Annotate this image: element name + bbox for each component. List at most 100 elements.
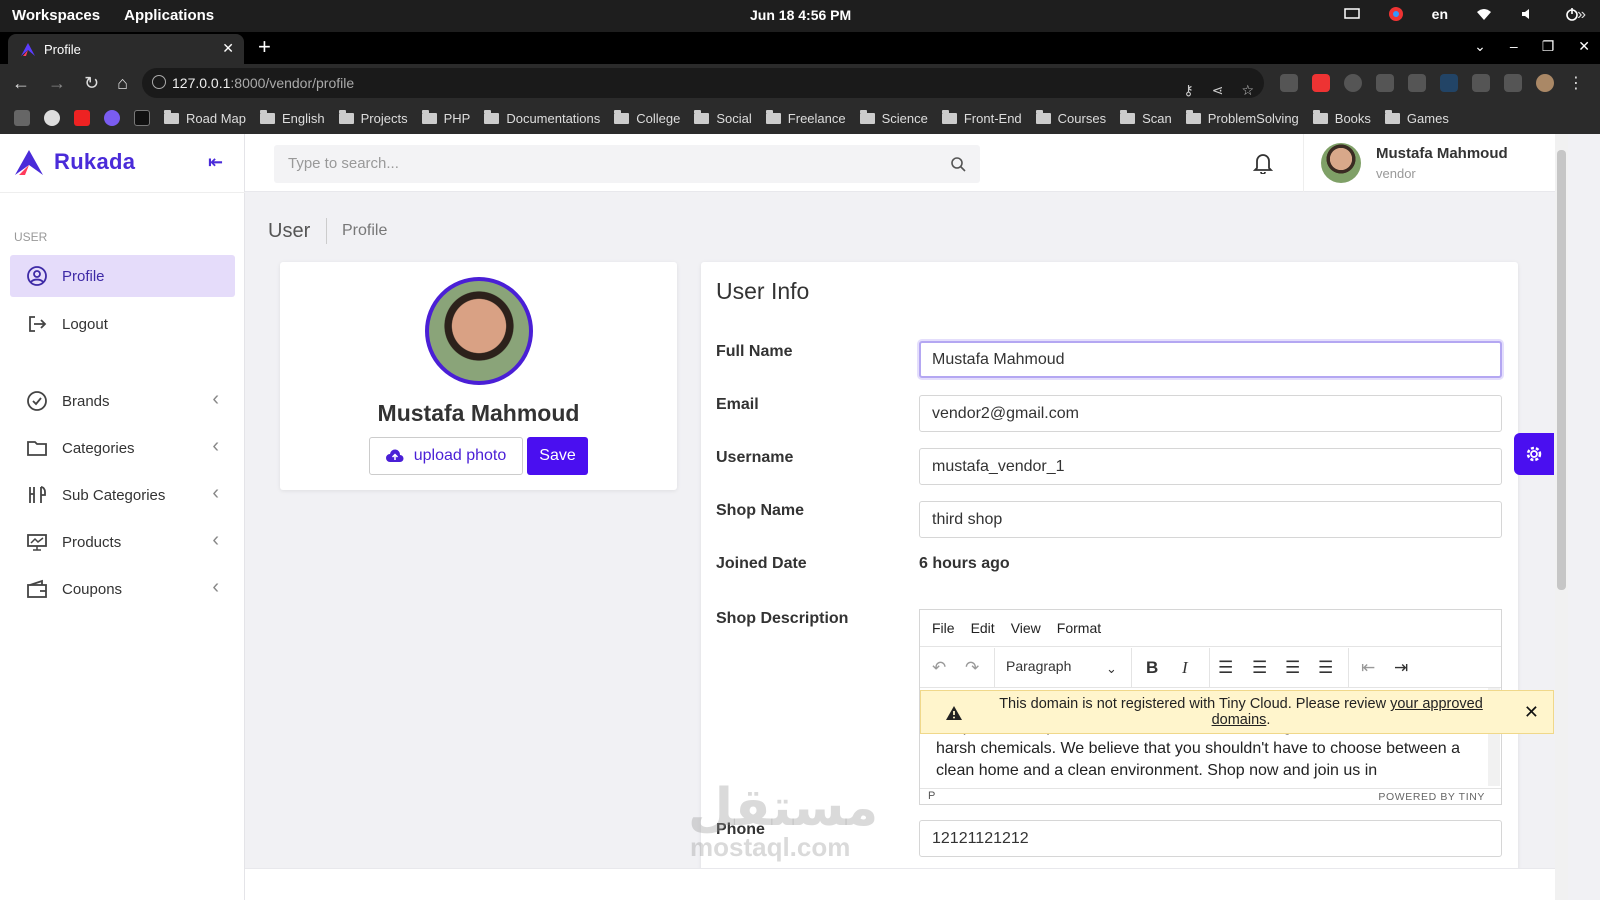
bookmark-folder-projects[interactable]: Projects xyxy=(338,109,408,126)
sidebar-item-coupons[interactable]: Coupons ‹ xyxy=(10,568,235,610)
collapse-sidebar-icon[interactable]: ⇤ xyxy=(208,152,228,172)
adblock-icon[interactable] xyxy=(1312,74,1330,92)
bookmark-folder-games[interactable]: Games xyxy=(1384,109,1449,126)
editor-menu-file[interactable]: File xyxy=(932,620,955,636)
bookmark-folder-freelance[interactable]: Freelance xyxy=(765,109,846,126)
bookmark-star-icon[interactable]: ☆ xyxy=(1241,75,1254,105)
language-indicator[interactable]: en xyxy=(1432,6,1448,22)
header-user-name[interactable]: Mustafa Mahmoud xyxy=(1376,145,1508,162)
bookmarks-overflow-icon[interactable]: » xyxy=(1577,6,1586,24)
back-icon[interactable]: ← xyxy=(12,73,30,94)
brand-logo[interactable]: Rukada xyxy=(14,148,135,176)
reload-icon[interactable]: ↻ xyxy=(84,73,99,94)
notification-bell-icon[interactable] xyxy=(1253,152,1273,174)
sidebar-item-profile[interactable]: Profile xyxy=(10,255,235,297)
bookmark-folder-road-map[interactable]: Road Map xyxy=(164,109,246,126)
save-photo-button[interactable]: Save xyxy=(527,437,588,475)
new-tab-button[interactable]: + xyxy=(258,36,271,58)
browser-tab-profile[interactable]: Profile ✕ xyxy=(8,34,244,64)
upload-photo-button[interactable]: upload photo xyxy=(369,437,523,475)
profile-avatar-icon[interactable] xyxy=(1536,74,1554,92)
sidepanel-icon[interactable] xyxy=(1504,74,1522,92)
undo-icon[interactable]: ↶ xyxy=(932,658,946,678)
bookmark-folder-social[interactable]: Social xyxy=(694,109,752,126)
editor-menu-view[interactable]: View xyxy=(1011,620,1041,636)
bookmark-folder-science[interactable]: Science xyxy=(859,109,928,126)
bookmark-folder-courses[interactable]: Courses xyxy=(1035,109,1107,126)
radio-icon[interactable] xyxy=(1376,74,1394,92)
sidebar-item-products[interactable]: Products ‹ xyxy=(10,521,235,563)
workspaces-menu[interactable]: Workspaces xyxy=(12,7,100,24)
bookmark-app-icon[interactable] xyxy=(14,110,30,126)
bookmark-label: Courses xyxy=(1057,110,1107,126)
full-name-input[interactable]: Mustafa Mahmoud xyxy=(919,341,1502,378)
powered-by-tiny[interactable]: POWERED BY TINY xyxy=(1378,791,1485,803)
key-icon[interactable]: ⚷ xyxy=(1183,75,1193,105)
pen-icon[interactable] xyxy=(1408,74,1426,92)
youtube-icon[interactable] xyxy=(74,110,90,126)
bold-icon[interactable]: B xyxy=(1146,658,1158,678)
screens-icon[interactable] xyxy=(1343,6,1360,22)
bookmark-folder-front-end[interactable]: Front-End xyxy=(941,109,1022,126)
redo-icon[interactable]: ↷ xyxy=(965,658,979,678)
sidebar-item-logout[interactable]: Logout xyxy=(10,303,235,345)
close-tab-icon[interactable]: ✕ xyxy=(222,40,234,57)
search-icon[interactable] xyxy=(950,156,966,172)
user-info-title: User Info xyxy=(716,278,810,304)
close-warning-icon[interactable]: ✕ xyxy=(1524,702,1539,723)
username-input[interactable]: mustafa_vendor_1 xyxy=(919,448,1502,485)
browser-menu-icon[interactable]: ⋮ xyxy=(1568,73,1584,93)
shop-name-input[interactable]: third shop xyxy=(919,501,1502,538)
site-info-icon[interactable] xyxy=(152,75,166,89)
indent-icon[interactable]: ⇥ xyxy=(1394,658,1408,678)
extension-icon[interactable] xyxy=(1280,74,1298,92)
shield-icon[interactable] xyxy=(1440,74,1458,92)
forward-icon[interactable]: → xyxy=(48,73,66,94)
share-icon[interactable]: ⋖ xyxy=(1212,75,1224,105)
email-input[interactable]: vendor2@gmail.com xyxy=(919,395,1502,432)
bookmark-folder-problemsolving[interactable]: ProblemSolving xyxy=(1185,109,1299,126)
volume-icon[interactable] xyxy=(1520,6,1536,22)
editor-element-path[interactable]: P xyxy=(928,790,935,802)
outdent-icon[interactable]: ⇤ xyxy=(1361,658,1375,678)
discord-icon[interactable] xyxy=(104,110,120,126)
page-scrollbar-thumb[interactable] xyxy=(1557,150,1566,590)
github-icon[interactable] xyxy=(44,110,60,126)
align-left-icon[interactable]: ☰ xyxy=(1218,658,1233,678)
phone-input[interactable]: 12121121212 xyxy=(919,820,1502,857)
italic-icon[interactable]: I xyxy=(1182,658,1188,678)
tab-search-icon[interactable]: ⌄ xyxy=(1474,38,1486,55)
bookmark-folder-scan[interactable]: Scan xyxy=(1120,109,1172,126)
address-bar[interactable]: 127.0.0.1:8000/vendor/profile ⚷ ⋖ ☆ xyxy=(142,68,1264,98)
bookmark-folder-php[interactable]: PHP xyxy=(421,109,470,126)
bookmark-folder-documentations[interactable]: Documentations xyxy=(484,109,600,126)
sidebar-item-categories[interactable]: Categories ‹ xyxy=(10,427,235,469)
header-avatar[interactable] xyxy=(1321,143,1361,183)
restore-icon[interactable]: ❐ xyxy=(1542,38,1555,55)
settings-gear-button[interactable] xyxy=(1514,433,1554,475)
sidebar-item-brands[interactable]: Brands ‹ xyxy=(10,380,235,422)
search-input[interactable]: Type to search... xyxy=(274,145,980,183)
editor-menu-format[interactable]: Format xyxy=(1057,620,1101,636)
applications-menu[interactable]: Applications xyxy=(124,7,214,24)
align-right-icon[interactable]: ☰ xyxy=(1285,658,1300,678)
bookmark-folder-english[interactable]: English xyxy=(259,109,325,126)
bookmark-folder-books[interactable]: Books xyxy=(1312,109,1371,126)
chevron-down-icon[interactable]: ⌄ xyxy=(1106,661,1117,677)
sidebar-item-sub-categories[interactable]: Sub Categories ‹ xyxy=(10,474,235,516)
terminal-icon[interactable] xyxy=(134,110,150,126)
chrome-icon[interactable] xyxy=(1388,6,1404,22)
home-icon[interactable]: ⌂ xyxy=(117,73,128,94)
align-center-icon[interactable]: ☰ xyxy=(1252,658,1267,678)
os-clock[interactable]: Jun 18 4:56 PM xyxy=(750,7,851,23)
bookmark-folder-college[interactable]: College xyxy=(614,109,680,126)
puzzle-icon[interactable] xyxy=(1472,74,1490,92)
close-window-icon[interactable]: ✕ xyxy=(1578,38,1590,55)
minimize-icon[interactable]: – xyxy=(1510,38,1518,55)
align-justify-icon[interactable]: ☰ xyxy=(1318,658,1333,678)
block-format-select[interactable]: Paragraph xyxy=(1006,658,1071,674)
divider xyxy=(1303,134,1304,192)
compass-icon[interactable] xyxy=(1344,74,1362,92)
wifi-icon[interactable] xyxy=(1476,6,1492,22)
editor-menu-edit[interactable]: Edit xyxy=(971,620,995,636)
